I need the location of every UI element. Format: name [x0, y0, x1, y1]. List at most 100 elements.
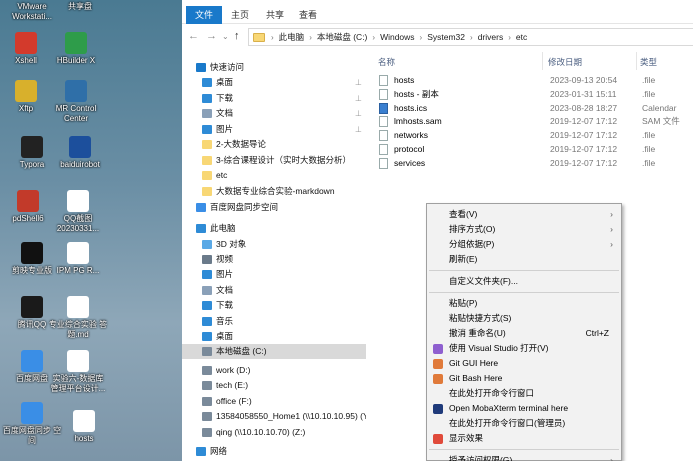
file-row[interactable]: services 2019-12-07 17:12 .file	[374, 156, 693, 170]
nav-item-icon	[202, 187, 212, 197]
breadcrumb-item[interactable]: drivers	[478, 32, 504, 42]
desktop-icon[interactable]: 实验六-数据库 管理平台设计...	[48, 350, 108, 394]
breadcrumb-item[interactable]: 此电脑	[279, 31, 305, 43]
nav-item[interactable]: 网络	[182, 444, 366, 459]
recent-chevron-icon[interactable]: ⌄	[222, 32, 229, 41]
nav-item[interactable]: etc	[182, 168, 366, 183]
column-header-name[interactable]: 名称	[378, 56, 395, 68]
context-menu-item[interactable]: Git GUI Here	[427, 356, 621, 371]
context-menu-item[interactable]: 分组依据(P) ›	[427, 237, 621, 252]
column-header-date[interactable]: 修改日期	[548, 56, 582, 68]
nav-item[interactable]: 图片	[182, 267, 366, 282]
file-row[interactable]: lmhosts.sam 2019-12-07 17:12 SAM 文件	[374, 114, 693, 128]
nav-item-label: 桌面	[216, 331, 234, 341]
desktop-icon[interactable]: MR Control Center	[46, 80, 106, 124]
nav-item[interactable]: 下载 ⊥	[182, 91, 366, 106]
context-menu-item[interactable]: 查看(V) ›	[427, 207, 621, 222]
nav-item-label: 下载	[216, 93, 234, 103]
nav-item[interactable]: 文档	[182, 283, 366, 298]
desktop-icon[interactable]: 专业综合实验 答题.md	[48, 296, 108, 340]
nav-item[interactable]: 此电脑	[182, 221, 366, 236]
context-menu-item[interactable]: 授予访问权限(G) ›	[427, 453, 621, 461]
file-row[interactable]: hosts - 副本 2023-01-31 15:11 .file	[374, 87, 693, 101]
column-header-type[interactable]: 类型	[640, 56, 657, 68]
forward-arrow-icon[interactable]: →	[206, 30, 217, 42]
desktop-icon-label: QQ截图 20230331...	[56, 214, 100, 233]
ribbon-tab[interactable]: 共享	[257, 6, 293, 24]
nav-item[interactable]: 快速访问	[182, 60, 366, 75]
desktop-icon[interactable]: baiduirobot	[50, 136, 110, 170]
breadcrumb-item[interactable]: 本地磁盘 (C:)	[317, 31, 368, 43]
nav-item[interactable]: 3-综合课程设计（实时大数据分析）	[182, 153, 366, 168]
file-row[interactable]: networks 2019-12-07 17:12 .file	[374, 128, 693, 142]
nav-item[interactable]: work (D:)	[182, 363, 366, 378]
desktop-icon[interactable]: hosts	[54, 410, 114, 444]
address-path[interactable]: › 此电脑 › 本地磁盘 (C:) › Windows › System32 › drivers…	[248, 28, 693, 46]
desktop-icon-label: 专业综合实验 答题.md	[48, 320, 108, 339]
breadcrumb-item[interactable]: System32	[427, 32, 465, 42]
menu-item-icon	[433, 359, 443, 369]
nav-item[interactable]: 下载	[182, 298, 366, 313]
desktop-icon[interactable]: 共享盘	[50, 2, 110, 12]
file-row[interactable]: hosts.ics 2023-08-28 18:27 Calendar	[374, 101, 693, 115]
context-menu-item[interactable]: 排序方式(O) ›	[427, 222, 621, 237]
breadcrumb-item[interactable]: Windows	[380, 32, 414, 42]
nav-item[interactable]: office (F:)	[182, 394, 366, 409]
app-icon	[15, 80, 37, 102]
desktop-icon[interactable]: QQ截图 20230331...	[48, 190, 108, 234]
file-date: 2019-12-07 17:12	[550, 144, 618, 154]
context-menu-item[interactable]: 在此处打开命令行窗口(管理员)	[427, 416, 621, 431]
context-menu-item[interactable]: Git Bash Here	[427, 371, 621, 386]
back-arrow-icon[interactable]: ←	[188, 30, 199, 42]
nav-item[interactable]: 百度网盘同步空间	[182, 200, 366, 215]
nav-item-label: 下载	[216, 300, 234, 310]
desktop-icon[interactable]: IPM PG R...	[48, 242, 108, 276]
up-arrow-icon[interactable]: ↑	[234, 30, 240, 42]
file-date: 2019-12-07 17:12	[550, 116, 618, 127]
file-icon	[379, 88, 388, 100]
ribbon-tab[interactable]: 文件	[186, 6, 223, 24]
nav-item[interactable]: 大数据专业综合实验-markdown	[182, 184, 366, 199]
nav-item[interactable]: 13584058550_Home1 (\\10.10.10.95) (Y:)	[182, 409, 366, 424]
context-menu-item[interactable]: 在此处打开命令行窗口	[427, 386, 621, 401]
ribbon-tab[interactable]: 主页	[222, 6, 258, 24]
nav-item[interactable]: 桌面 ⊥	[182, 75, 366, 90]
context-menu-item[interactable]: 撤消 重命名(U) Ctrl+Z	[427, 326, 621, 341]
folder-icon	[253, 32, 265, 42]
file-row[interactable]: protocol 2019-12-07 17:12 .file	[374, 142, 693, 156]
context-menu-item[interactable]: 显示效果	[427, 431, 621, 446]
nav-item[interactable]: qing (\\10.10.10.70) (Z:)	[182, 425, 366, 440]
desktop-icon[interactable]: 百度网盘同步 空间	[2, 402, 62, 446]
nav-item[interactable]: 文档 ⊥	[182, 106, 366, 121]
context-menu-item[interactable]: Open MobaXterm terminal here	[427, 401, 621, 416]
file-row[interactable]: hosts 2023-09-13 20:54 .file	[374, 73, 693, 87]
desktop-icon-label: 实验六-数据库 管理平台设计...	[50, 374, 106, 393]
ribbon-tab[interactable]: 查看	[290, 6, 326, 24]
chevron-right-icon: ›	[419, 32, 423, 42]
nav-item[interactable]: 音乐	[182, 314, 366, 329]
app-icon	[17, 190, 39, 212]
nav-item[interactable]: 视频	[182, 252, 366, 267]
context-menu-item[interactable]: 使用 Visual Studio 打开(V)	[427, 341, 621, 356]
context-menu-item[interactable]: 自定义文件夹(F)...	[427, 274, 621, 289]
file-date: 2019-12-07 17:12	[550, 157, 618, 168]
file-name: services	[394, 157, 426, 168]
context-menu-item[interactable]: 粘贴(P)	[427, 296, 621, 311]
nav-item-icon	[202, 286, 212, 296]
context-menu-item[interactable]: 刷新(E)	[427, 252, 621, 267]
nav-item[interactable]: 图片 ⊥	[182, 122, 366, 137]
nav-item[interactable]: 2-大数据导论	[182, 137, 366, 152]
nav-item[interactable]: 本地磁盘 (C:)	[182, 344, 366, 359]
nav-item-label: 大数据专业综合实验-markdown	[216, 186, 335, 196]
nav-item[interactable]: 3D 对象	[182, 237, 366, 252]
menu-item-label: 查看(V)	[449, 209, 478, 219]
nav-item[interactable]: tech (E:)	[182, 378, 366, 393]
nav-item-label: qing (\\10.10.10.70) (Z:)	[216, 427, 306, 437]
nav-item-label: 图片	[216, 124, 234, 134]
nav-item[interactable]: 桌面	[182, 329, 366, 344]
column-divider[interactable]	[542, 52, 543, 70]
breadcrumb-item[interactable]: etc	[516, 32, 527, 42]
column-divider[interactable]	[636, 52, 637, 70]
desktop-icon[interactable]: HBuilder X	[46, 32, 106, 66]
context-menu-item[interactable]: 粘贴快捷方式(S)	[427, 311, 621, 326]
